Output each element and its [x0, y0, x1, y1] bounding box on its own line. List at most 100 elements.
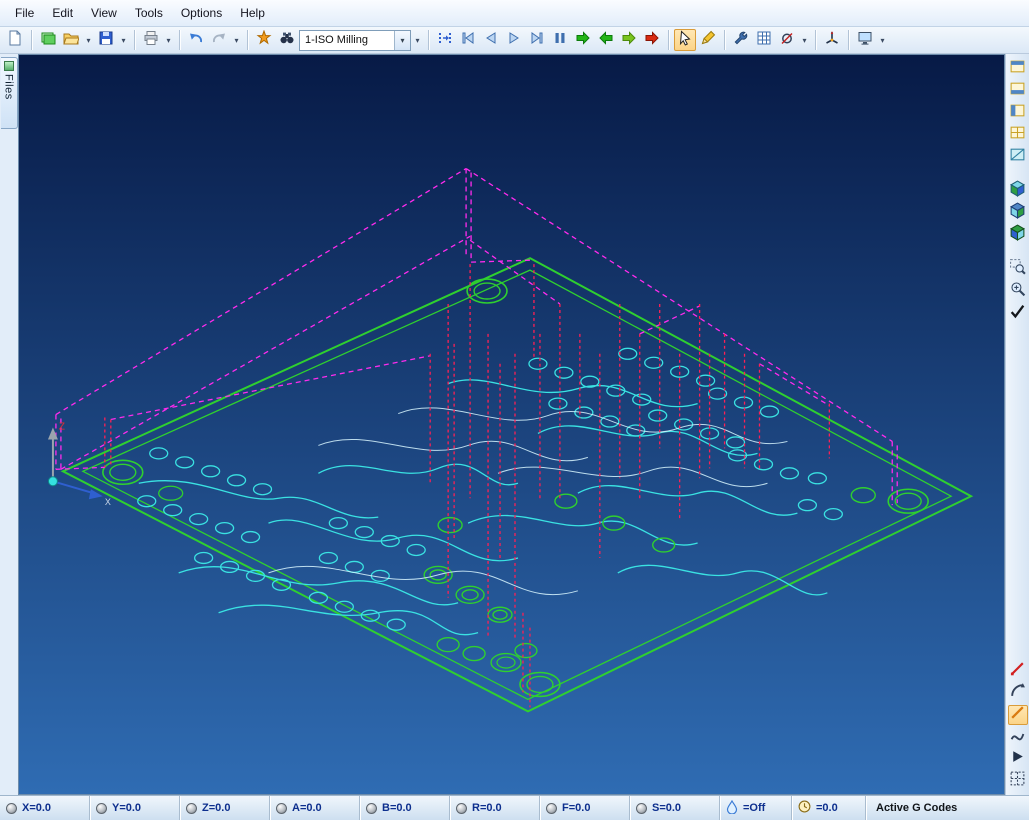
redo-icon: [211, 30, 227, 51]
toolbar-separator: [179, 30, 180, 50]
toolbar-separator: [31, 30, 32, 50]
view-front-button[interactable]: [1008, 81, 1028, 101]
red-arrow-right-icon: [644, 30, 660, 51]
undo-button[interactable]: [185, 29, 207, 51]
run-forward-button[interactable]: [572, 29, 594, 51]
offsets-table-button[interactable]: [753, 29, 775, 51]
led-icon: [366, 803, 377, 814]
display-settings-button[interactable]: [854, 29, 876, 51]
undo-dropdown-arrow[interactable]: ▾: [231, 29, 242, 51]
save-dropdown-arrow[interactable]: ▾: [118, 29, 129, 51]
active-gcodes: Active G Codes: [866, 796, 1029, 820]
view-top-icon: [1009, 58, 1026, 80]
toolbar-separator: [815, 30, 816, 50]
menu-bar: File Edit View Tools Options Help: [0, 0, 1029, 27]
diameter-measure-button[interactable]: [776, 29, 798, 51]
iso-view-1-button[interactable]: [1008, 181, 1028, 201]
menu-tools[interactable]: Tools: [126, 2, 172, 24]
toolpath-viewport[interactable]: Z X: [18, 54, 1005, 795]
process-combo[interactable]: 1-ISO Milling ▾: [299, 30, 411, 51]
display-dropdown-arrow[interactable]: ▾: [877, 29, 888, 51]
dro-z-value: Z=0.0: [202, 802, 230, 814]
edit-pencil-button[interactable]: [697, 29, 719, 51]
save-icon: [98, 30, 114, 51]
red-line-icon: [1009, 660, 1026, 682]
pause-icon: [552, 30, 568, 51]
menu-options[interactable]: Options: [172, 2, 231, 24]
pause-button[interactable]: [549, 29, 571, 51]
led-icon: [456, 803, 467, 814]
toolbar-separator: [428, 30, 429, 50]
single-step-button[interactable]: [434, 29, 456, 51]
view-top-button[interactable]: [1008, 59, 1028, 79]
coolant-value: =Off: [743, 802, 765, 814]
menu-help[interactable]: Help: [231, 2, 274, 24]
save-button[interactable]: [95, 29, 117, 51]
led-icon: [276, 803, 287, 814]
dro-a-value: A=0.0: [292, 802, 322, 814]
dro-x-value: X=0.0: [22, 802, 51, 814]
skip-to-start-button[interactable]: [457, 29, 479, 51]
toolbar-separator: [848, 30, 849, 50]
find-tool-button[interactable]: [276, 29, 298, 51]
iso-view-3-button[interactable]: [1008, 225, 1028, 245]
print-button[interactable]: [140, 29, 162, 51]
new-file-button[interactable]: [4, 29, 26, 51]
binoculars-icon: [279, 30, 295, 51]
files-tab[interactable]: Files: [1, 57, 18, 129]
toolpath-canvas: Z X: [19, 55, 1004, 794]
spline-mode-button[interactable]: [1008, 727, 1028, 747]
play-button[interactable]: [503, 29, 525, 51]
menu-edit[interactable]: Edit: [43, 2, 82, 24]
measure-dropdown-arrow[interactable]: ▾: [799, 29, 810, 51]
run-reverse-button[interactable]: [595, 29, 617, 51]
dro-s-value: S=0.0: [652, 802, 681, 814]
dro-r: R=0.0: [450, 796, 540, 820]
view-front-icon: [1009, 80, 1026, 102]
led-icon: [546, 803, 557, 814]
view-quad-icon: [1009, 124, 1026, 146]
clock-icon: [798, 800, 811, 816]
zoom-window-button[interactable]: [1008, 259, 1028, 279]
process-dropdown-arrow[interactable]: ▾: [412, 29, 423, 51]
step-back-button[interactable]: [480, 29, 502, 51]
line-mode-button[interactable]: [1008, 705, 1028, 725]
stop-run-button[interactable]: [641, 29, 663, 51]
redraw-check-icon: [1009, 302, 1026, 324]
view-side-button[interactable]: [1008, 103, 1028, 123]
open-dropdown-arrow[interactable]: ▾: [83, 29, 94, 51]
grid-toggle-button[interactable]: [1008, 771, 1028, 791]
view-quad-button[interactable]: [1008, 125, 1028, 145]
tool-table-button[interactable]: [730, 29, 752, 51]
arc-cw-button[interactable]: [1008, 683, 1028, 703]
iso-view-2-button[interactable]: [1008, 203, 1028, 223]
step-back-icon: [483, 30, 499, 51]
zoom-extents-button[interactable]: [1008, 281, 1028, 301]
machine-settings-button[interactable]: [253, 29, 275, 51]
menu-file[interactable]: File: [6, 2, 43, 24]
redo-button[interactable]: [208, 29, 230, 51]
process-combo-arrow[interactable]: ▾: [394, 31, 410, 50]
fast-forward-button[interactable]: [618, 29, 640, 51]
menu-view[interactable]: View: [82, 2, 126, 24]
skip-to-end-button[interactable]: [526, 29, 548, 51]
redraw-button[interactable]: [1008, 303, 1028, 323]
skip-end-icon: [529, 30, 545, 51]
process-combo-value: 1-ISO Milling: [305, 34, 394, 46]
open-file-button[interactable]: [60, 29, 82, 51]
select-pointer-button[interactable]: [674, 29, 696, 51]
layers-icon: [40, 30, 56, 51]
iso-cube-icon: [1009, 202, 1026, 224]
app-window: File Edit View Tools Options Help ▾: [0, 0, 1029, 820]
print-dropdown-arrow[interactable]: ▾: [163, 29, 174, 51]
dro-r-value: R=0.0: [472, 802, 502, 814]
jog-line-button[interactable]: [1008, 661, 1028, 681]
layers-button[interactable]: [37, 29, 59, 51]
axis-setup-button[interactable]: [821, 29, 843, 51]
skip-start-icon: [460, 30, 476, 51]
zoom-extents-icon: [1009, 280, 1026, 302]
grid-icon: [1009, 770, 1026, 792]
dro-f-value: F=0.0: [562, 802, 590, 814]
view-direction-button[interactable]: [1008, 749, 1028, 769]
view-plane-button[interactable]: [1008, 147, 1028, 167]
